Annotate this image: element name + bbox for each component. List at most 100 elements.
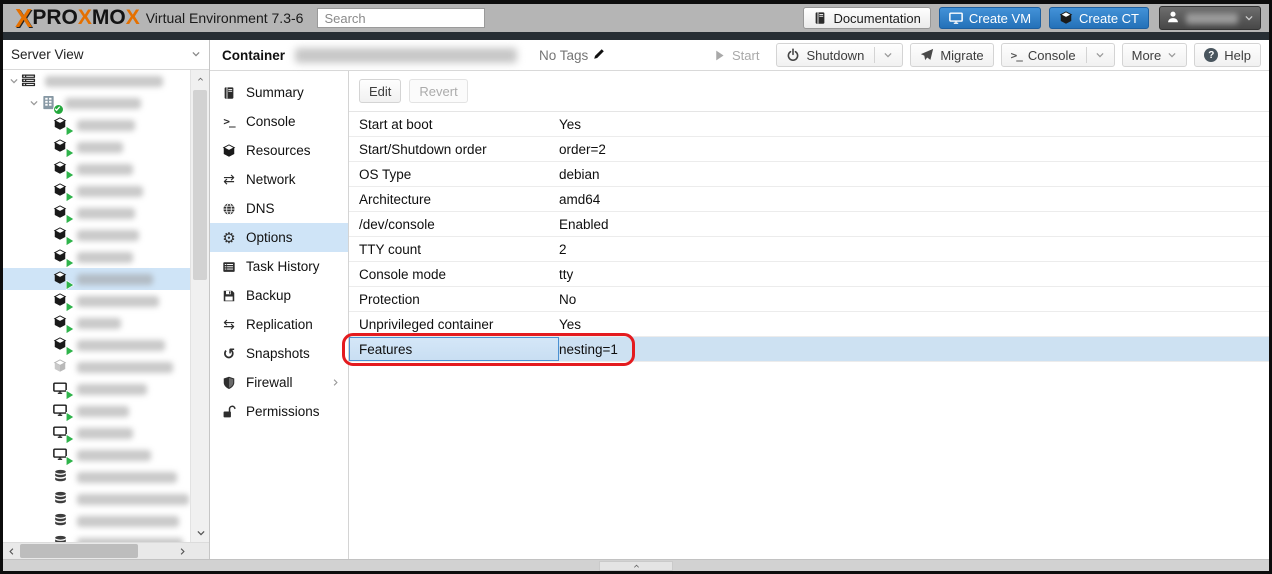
tree-item-ct-running[interactable] [3,334,192,356]
tree-item-storage[interactable] [3,488,192,510]
redacted-label [45,75,163,87]
option-row-protection[interactable]: Protection No [349,287,1269,312]
tree-item-vm-running[interactable] [3,400,192,422]
tree-item-ct-running[interactable] [3,290,192,312]
documentation-button[interactable]: Documentation [803,7,931,29]
help-button[interactable]: ? Help [1194,43,1261,67]
edit-button[interactable]: Edit [359,79,402,103]
tags-editor[interactable]: No Tags [539,47,606,63]
tree-item-ct-running[interactable] [3,312,192,334]
tree-item-ct-running[interactable] [3,180,192,202]
running-play-icon [65,301,75,312]
tree-item-node[interactable] [3,92,192,115]
chevron-down-icon [1244,13,1254,23]
scroll-left-icon[interactable] [3,543,20,559]
search-input[interactable] [317,8,486,28]
expand-log-panel-handle[interactable] [599,561,673,571]
revert-button[interactable]: Revert [409,79,468,103]
scroll-right-icon[interactable] [174,543,191,559]
option-row-start-shutdown-order[interactable]: Start/Shutdown order order=2 [349,137,1269,162]
menu-item-dns[interactable]: DNS [210,194,348,223]
arrows-icon: ⇄ [223,171,235,188]
more-label: More [1131,47,1162,63]
menu-item-task-history[interactable]: Task History [210,252,348,281]
running-play-icon [65,389,75,400]
menu-item-network[interactable]: ⇄ Network [210,165,348,194]
shutdown-button[interactable]: Shutdown [776,43,904,67]
option-label: Features [349,337,559,361]
option-row-console-mode[interactable]: Console mode tty [349,262,1269,287]
redacted-label [77,251,133,263]
console-button[interactable]: >_ Console [1000,43,1115,67]
option-row--dev-console[interactable]: /dev/console Enabled [349,212,1269,237]
tree-item-storage[interactable] [3,510,192,532]
create-ct-button[interactable]: Create CT [1049,7,1149,29]
shield-icon [222,376,236,390]
option-row-start-at-boot[interactable]: Start at boot Yes [349,112,1269,137]
migrate-button[interactable]: Migrate [910,43,994,67]
menu-item-label: Task History [246,259,320,274]
menu-item-label: Options [246,230,293,245]
option-row-tty-count[interactable]: TTY count 2 [349,237,1269,262]
tree-item-datacenter[interactable] [3,70,192,92]
chevron-down-icon [1244,11,1254,26]
log-panel-splitter[interactable] [3,559,1269,571]
menu-item-options[interactable]: ⚙ Options [210,223,348,252]
redacted-label [77,493,189,505]
scroll-up-icon [196,76,205,83]
option-row-os-type[interactable]: OS Type debian [349,162,1269,187]
menu-item-backup[interactable]: Backup [210,281,348,310]
create-vm-button[interactable]: Create VM [938,7,1042,29]
book-icon [222,86,236,100]
tree-item-ct-stopped[interactable] [3,356,192,378]
tree-item-ct-running[interactable] [3,224,192,246]
menu-item-firewall[interactable]: Firewall [210,368,348,397]
tree-item-vm-running[interactable] [3,422,192,444]
menu-item-snapshots[interactable]: ↺ Snapshots [210,339,348,368]
menu-item-resources[interactable]: Resources [210,136,348,165]
view-selector[interactable]: Server View [3,40,209,70]
menu-item-permissions[interactable]: Permissions [210,397,348,426]
tree-item-ct-running[interactable] [3,136,192,158]
options-toolbar: Edit Revert [349,71,1269,111]
option-label: Unprivileged container [359,316,494,332]
version-text: Virtual Environment 7.3-6 [145,10,304,26]
redacted-label [77,119,135,131]
option-row-unprivileged-container[interactable]: Unprivileged container Yes [349,312,1269,337]
tree-item-vm-running[interactable] [3,378,192,400]
scroll-down-button[interactable] [191,523,209,542]
redacted-label [77,471,177,483]
chevron-down-icon [191,49,201,59]
tree-item-ct-running[interactable] [3,114,192,136]
tree-item-vm-running[interactable] [3,444,192,466]
more-button[interactable]: More [1121,43,1188,67]
proxmox-logo[interactable]: X PROXMOX [15,5,140,31]
redacted-label [77,339,165,351]
tree-horizontal-scrollbar[interactable] [3,542,209,559]
running-play-icon [65,323,75,334]
option-row-architecture[interactable]: Architecture amd64 [349,187,1269,212]
revert-label: Revert [419,83,458,99]
redacted-label [77,515,179,527]
tree-item-ct-running[interactable] [3,158,192,180]
scrollbar-thumb[interactable] [193,90,207,280]
tree-item-storage[interactable] [3,532,192,542]
scroll-up-button[interactable] [191,70,209,89]
tree-item-storage[interactable] [3,466,192,488]
start-button[interactable]: Start [703,43,769,67]
menu-item-console[interactable]: >_ Console [210,107,348,136]
tree-vertical-scrollbar[interactable] [190,70,209,542]
user-menu[interactable] [1159,6,1261,30]
option-row-features[interactable]: Features nesting=1 [349,337,1269,362]
tree-item-ct-running[interactable] [3,246,192,268]
header-actions: Documentation Create VM Create CT [795,7,1149,29]
tree-item-ct-running-selected[interactable] [3,268,192,290]
scrollbar-thumb[interactable] [20,544,138,558]
tree-item-ct-running[interactable] [3,202,192,224]
guest-nav-menu: Summary >_ Console Resources ⇄ Network DNS ⚙ Opt… [210,71,349,559]
menu-item-summary[interactable]: Summary [210,78,348,107]
app-header: X PROXMOX Virtual Environment 7.3-6 Docu… [3,4,1269,32]
option-value: nesting=1 [559,341,618,357]
menu-item-replication[interactable]: ⇆ Replication [210,310,348,339]
play-icon [713,49,726,62]
